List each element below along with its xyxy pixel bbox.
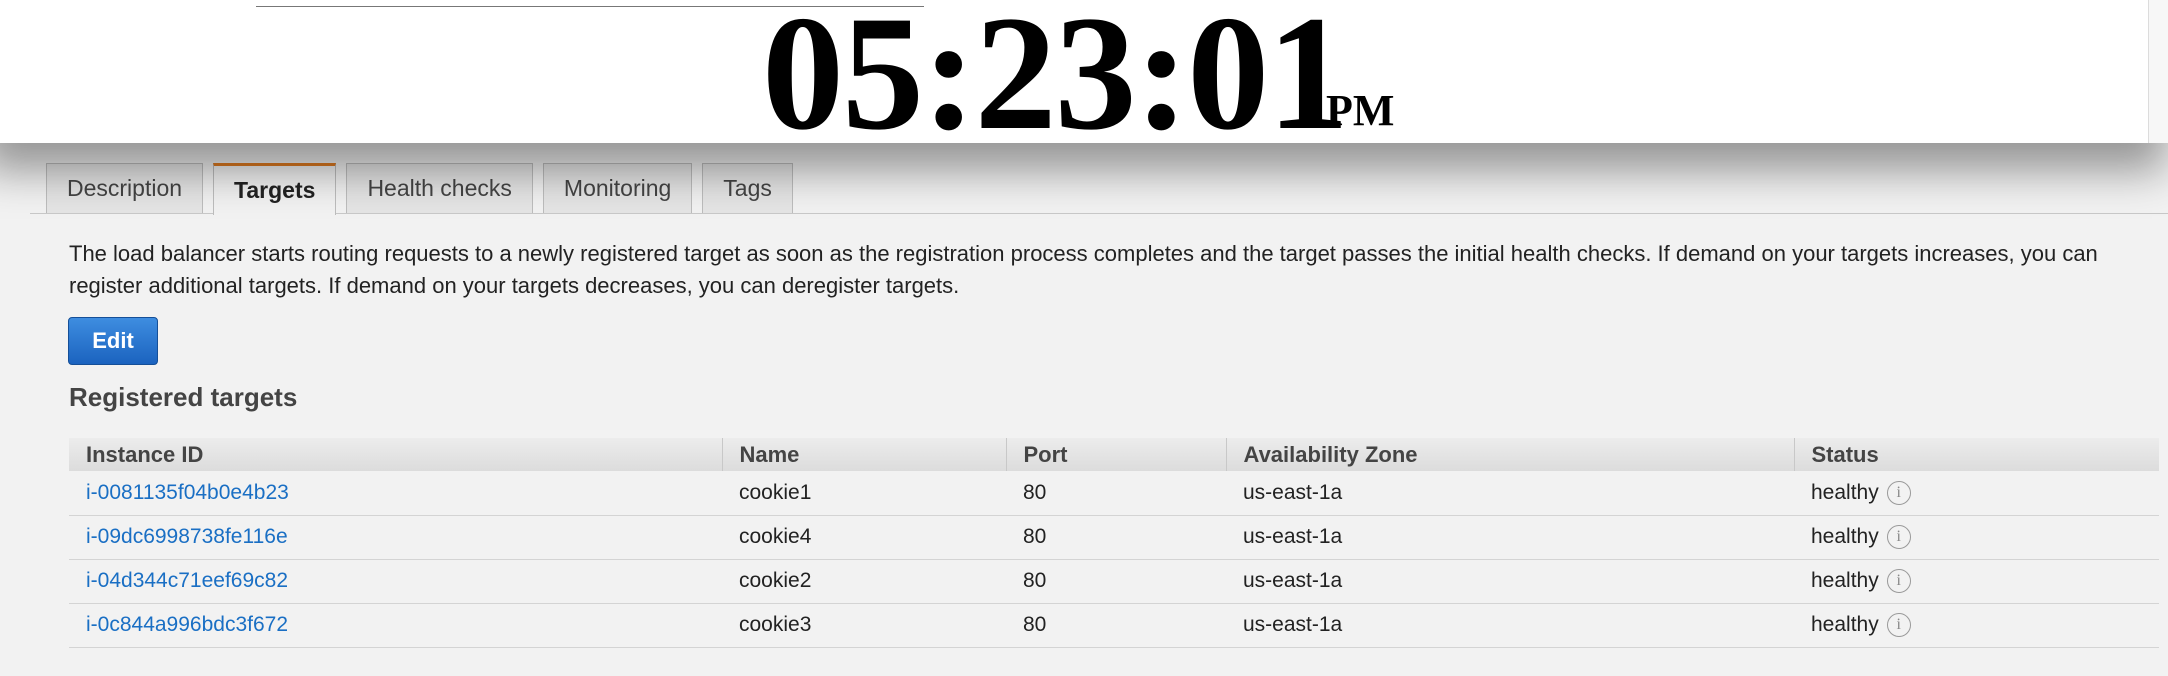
table-row: i-09dc6998738fe116e cookie4 80 us-east-1… xyxy=(69,515,2159,560)
column-header-name[interactable]: Name xyxy=(722,438,1007,471)
target-status: healthy xyxy=(1811,480,1879,504)
target-name: cookie4 xyxy=(722,515,1006,560)
target-port: 80 xyxy=(1006,559,1226,604)
target-port: 80 xyxy=(1006,603,1226,648)
column-header-availability-zone[interactable]: Availability Zone xyxy=(1226,438,1795,471)
tab-description[interactable]: Description xyxy=(46,163,204,213)
target-zone: us-east-1a xyxy=(1226,603,1794,648)
column-header-instance-id[interactable]: Instance ID xyxy=(69,438,723,471)
table-row: i-0c844a996bdc3f672 cookie3 80 us-east-1… xyxy=(69,603,2159,648)
table-header-row: Instance ID Name Port Availability Zone … xyxy=(69,438,2159,471)
column-header-status[interactable]: Status xyxy=(1794,438,2159,471)
tab-targets[interactable]: Targets xyxy=(213,163,337,215)
clock-time: 05:23:01 xyxy=(762,0,1349,164)
target-name: cookie1 xyxy=(722,471,1006,516)
target-name: cookie3 xyxy=(722,603,1006,648)
table-row: i-0081135f04b0e4b23 cookie1 80 us-east-1… xyxy=(69,471,2159,516)
target-status: healthy xyxy=(1811,524,1879,548)
clock-ampm: PM xyxy=(1326,86,1395,135)
scrollbar[interactable] xyxy=(2148,0,2168,143)
clock-overlay: 05:23:01 PM xyxy=(0,0,2148,156)
instance-id-link[interactable]: i-04d344c71eef69c82 xyxy=(69,559,722,604)
target-zone: us-east-1a xyxy=(1226,471,1794,516)
instance-id-link[interactable]: i-0081135f04b0e4b23 xyxy=(69,471,722,516)
registered-targets-table: Instance ID Name Port Availability Zone … xyxy=(69,438,2159,648)
tab-monitoring[interactable]: Monitoring xyxy=(542,163,693,213)
target-status-cell: healthy i xyxy=(1794,559,2159,604)
target-zone: us-east-1a xyxy=(1226,515,1794,560)
column-header-port[interactable]: Port xyxy=(1006,438,1227,471)
tab-tags[interactable]: Tags xyxy=(702,163,793,213)
target-port: 80 xyxy=(1006,515,1226,560)
target-port: 80 xyxy=(1006,471,1226,516)
target-status-cell: healthy i xyxy=(1794,515,2159,560)
tab-bar: Description Targets Health checks Monito… xyxy=(46,163,793,215)
tab-health-checks[interactable]: Health checks xyxy=(346,163,533,213)
target-name: cookie2 xyxy=(722,559,1006,604)
section-title: Registered targets xyxy=(69,382,298,412)
targets-description: The load balancer starts routing request… xyxy=(69,241,2098,298)
instance-id-link[interactable]: i-0c844a996bdc3f672 xyxy=(69,603,722,648)
info-icon[interactable]: i xyxy=(1886,480,1911,505)
target-status: healthy xyxy=(1811,612,1879,636)
target-zone: us-east-1a xyxy=(1226,559,1794,604)
table-row: i-04d344c71eef69c82 cookie2 80 us-east-1… xyxy=(69,559,2159,604)
info-icon[interactable]: i xyxy=(1886,569,1911,594)
target-status-cell: healthy i xyxy=(1794,603,2159,648)
edit-button[interactable]: Edit xyxy=(68,317,158,365)
instance-id-link[interactable]: i-09dc6998738fe116e xyxy=(69,515,722,560)
target-status-cell: healthy i xyxy=(1794,471,2159,516)
target-status: healthy xyxy=(1811,568,1879,592)
info-icon[interactable]: i xyxy=(1886,613,1911,638)
info-icon[interactable]: i xyxy=(1886,525,1911,550)
